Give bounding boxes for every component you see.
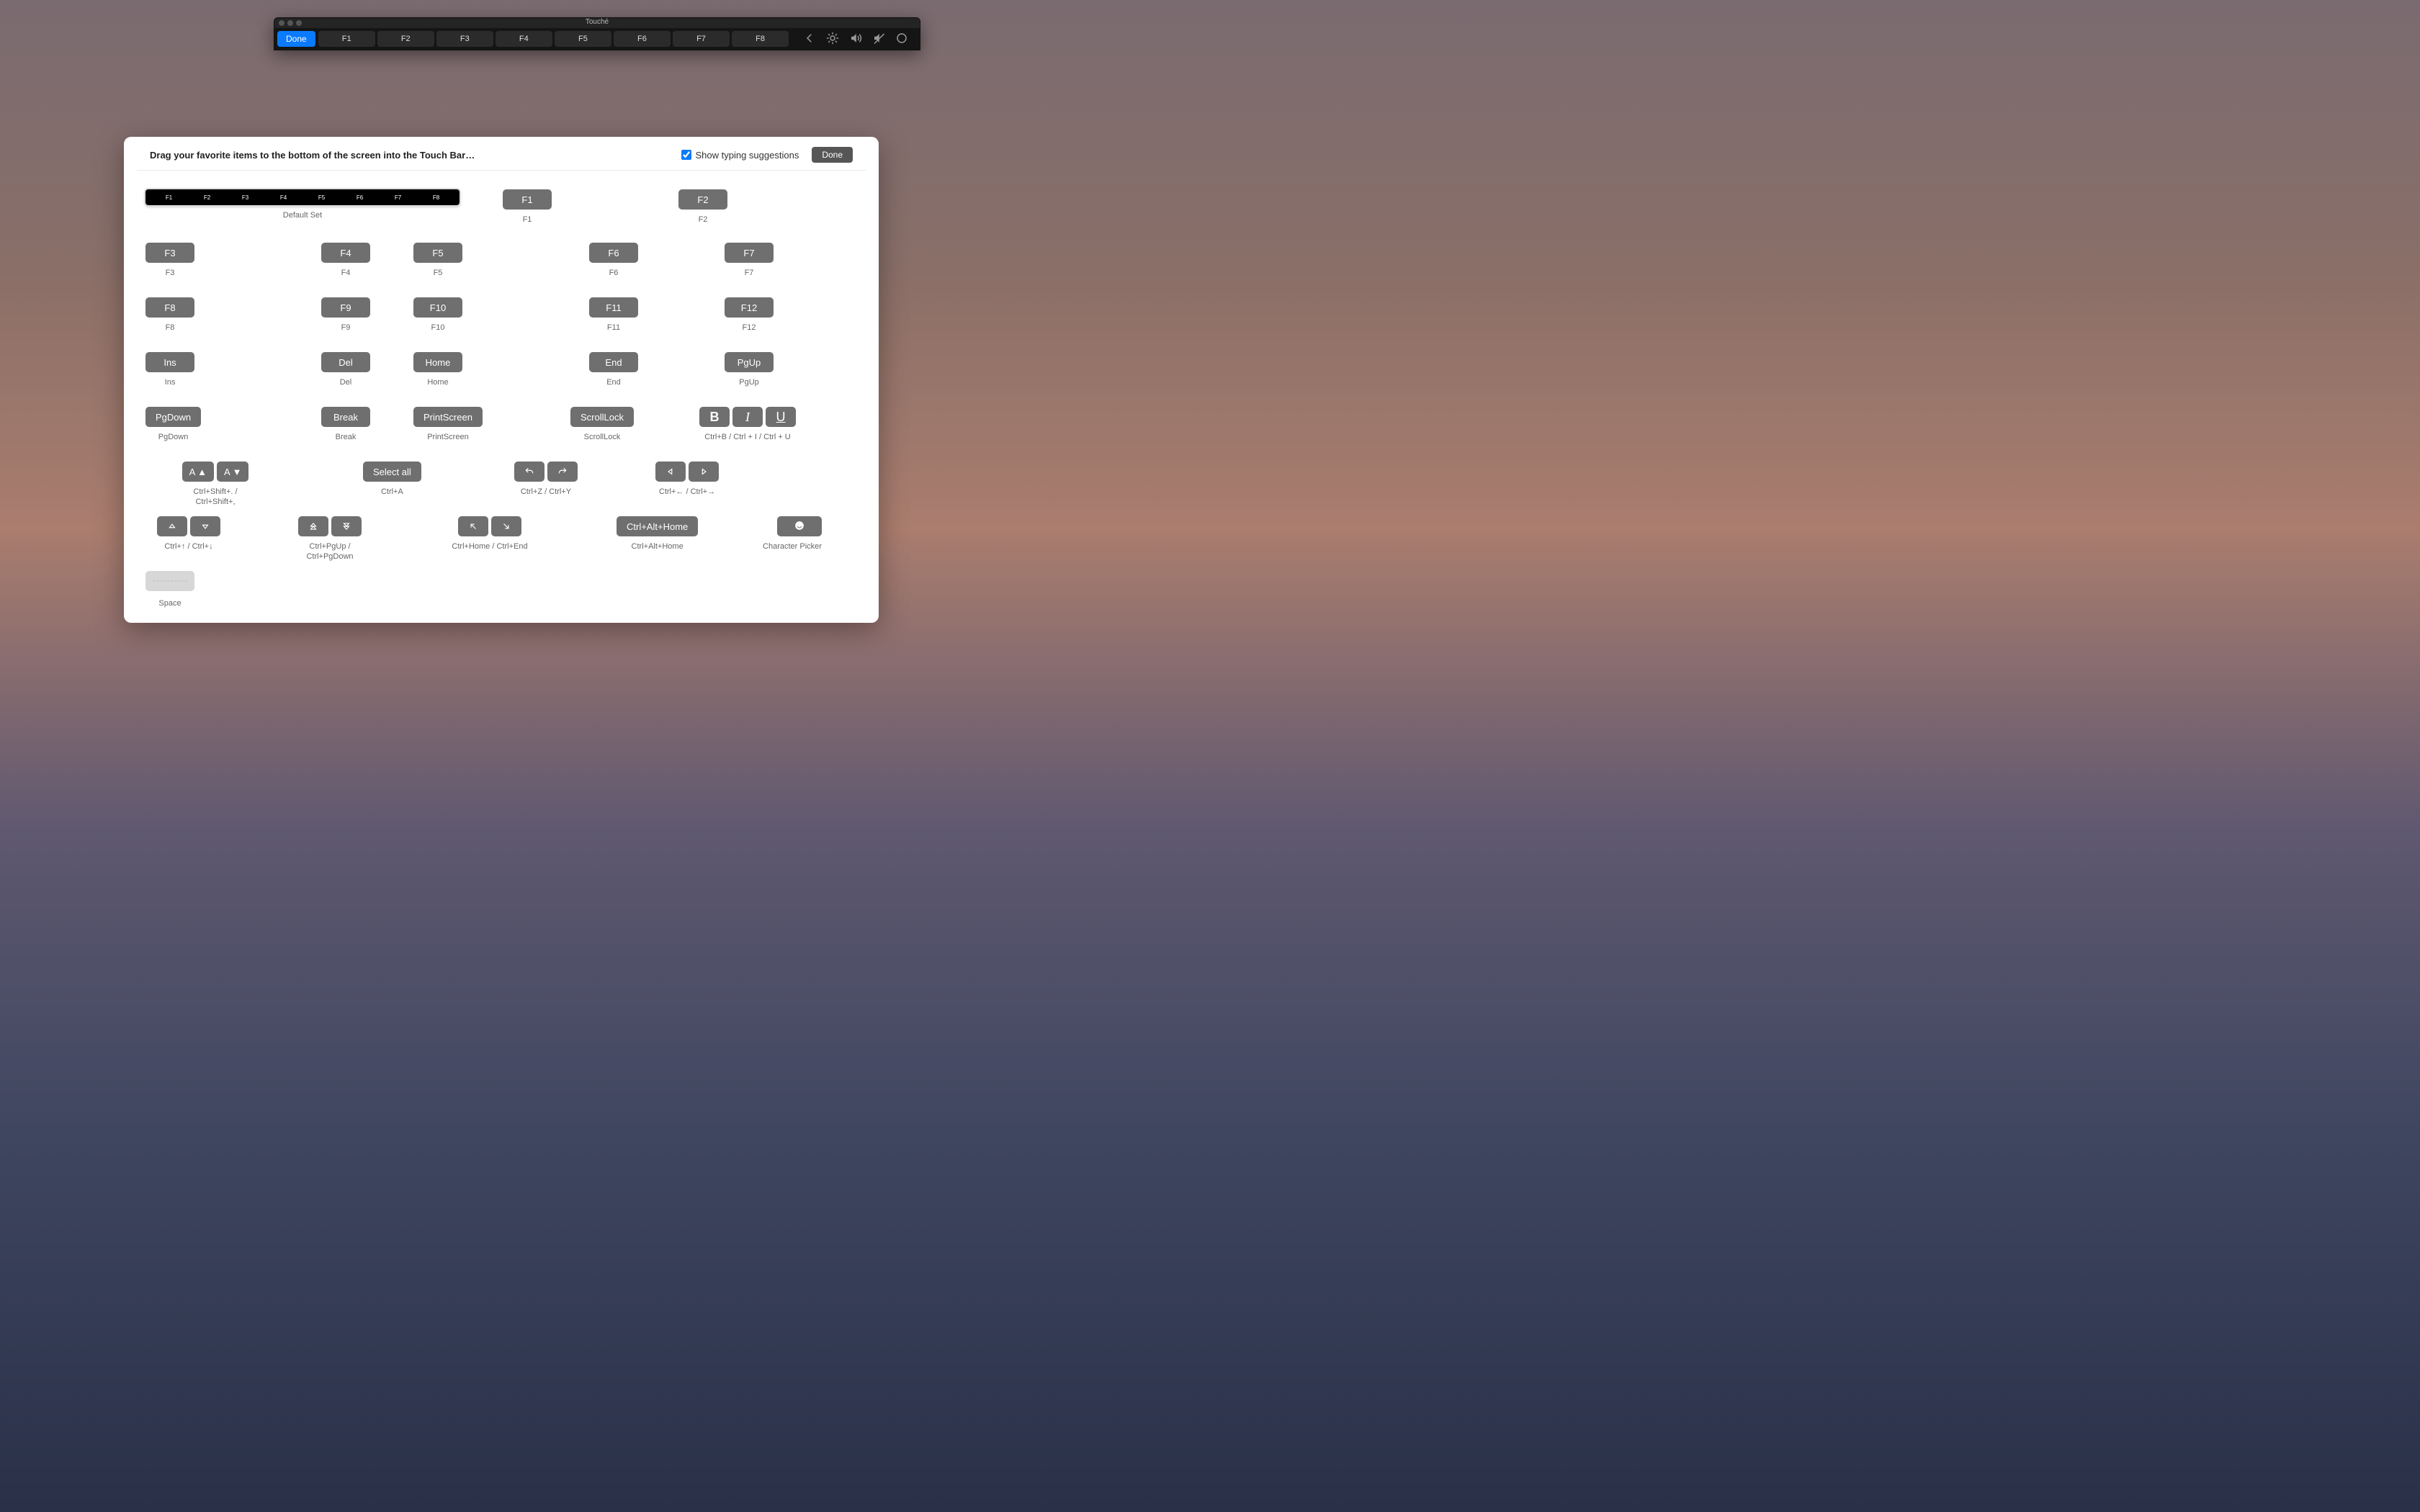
item-f7[interactable]: F7 F7 bbox=[725, 243, 774, 279]
item-undo-redo[interactable]: Ctrl+Z / Ctrl+Y bbox=[503, 462, 589, 498]
traffic-lights[interactable] bbox=[279, 20, 302, 26]
chevron-left-icon[interactable] bbox=[802, 32, 817, 47]
item-pgup[interactable]: PgUp PgUp bbox=[725, 352, 774, 388]
item-character-picker[interactable]: Character Picker bbox=[771, 516, 828, 552]
touchbar-f5[interactable]: F5 bbox=[555, 31, 611, 47]
font-bigger-chip: A ▲ bbox=[182, 462, 214, 482]
show-typing-suggestions[interactable]: Show typing suggestions bbox=[681, 150, 799, 161]
panel-header: Drag your favorite items to the bottom o… bbox=[137, 137, 866, 171]
item-f3[interactable]: F3 F3 bbox=[145, 243, 194, 279]
item-space[interactable]: Space bbox=[145, 571, 194, 609]
item-f9[interactable]: F9 F9 bbox=[321, 297, 370, 333]
touchbar-f3[interactable]: F3 bbox=[436, 31, 493, 47]
touchbar-control-strip bbox=[792, 32, 917, 47]
instruction-text: Drag your favorite items to the bottom o… bbox=[150, 150, 681, 161]
titlebar: Touché bbox=[274, 18, 920, 28]
item-scrolllock[interactable]: ScrollLock ScrollLock bbox=[570, 407, 634, 443]
arrow-se-icon bbox=[491, 516, 521, 536]
italic-chip: I bbox=[732, 407, 763, 427]
touchbar-f1[interactable]: F1 bbox=[318, 31, 375, 47]
touchbar-f6[interactable]: F6 bbox=[614, 31, 671, 47]
item-end[interactable]: End End bbox=[589, 352, 638, 388]
item-pgdown[interactable]: PgDown PgDown bbox=[145, 407, 201, 443]
space-chip bbox=[145, 571, 194, 591]
item-f5[interactable]: F5 F5 bbox=[413, 243, 462, 279]
item-select-all[interactable]: Select all Ctrl+A bbox=[363, 462, 421, 498]
redo-icon bbox=[547, 462, 578, 482]
smile-icon bbox=[794, 521, 805, 533]
traffic-minimize[interactable] bbox=[287, 20, 293, 26]
item-f12[interactable]: F12 F12 bbox=[725, 297, 774, 333]
customize-panel: Drag your favorite items to the bottom o… bbox=[124, 137, 879, 623]
tri-down-icon bbox=[190, 516, 220, 536]
item-f11[interactable]: F11 F11 bbox=[589, 297, 638, 333]
item-default-set[interactable]: F1 F2 F3 F4 F5 F6 F7 F8 Default Set bbox=[145, 189, 460, 221]
item-ctrl-alt-home[interactable]: Ctrl+Alt+Home Ctrl+Alt+Home bbox=[617, 516, 698, 552]
touchbar-f2[interactable]: F2 bbox=[377, 31, 434, 47]
mute-icon[interactable] bbox=[871, 32, 887, 47]
done-button[interactable]: Done bbox=[812, 147, 853, 163]
underline-chip: U bbox=[766, 407, 796, 427]
touchbar-f7[interactable]: F7 bbox=[673, 31, 730, 47]
item-f6[interactable]: F6 F6 bbox=[589, 243, 638, 279]
dbl-up-icon bbox=[298, 516, 328, 536]
item-home-end[interactable]: Ctrl+Home / Ctrl+End bbox=[439, 516, 540, 552]
traffic-close[interactable] bbox=[279, 20, 284, 26]
item-biu[interactable]: B I U Ctrl+B / Ctrl + I / Ctrl + U bbox=[694, 407, 801, 443]
touchbar: Done F1 F2 F3 F4 F5 F6 F7 F8 bbox=[274, 28, 920, 50]
siri-icon[interactable] bbox=[894, 32, 910, 47]
item-f8[interactable]: F8 F8 bbox=[145, 297, 194, 333]
show-typing-checkbox[interactable] bbox=[681, 150, 691, 160]
item-page-nav[interactable]: Ctrl+PgUp / Ctrl+PgDown bbox=[287, 516, 373, 562]
touche-window: Touché Done F1 F2 F3 F4 F5 F6 F7 F8 bbox=[274, 17, 920, 50]
item-f4[interactable]: F4 F4 bbox=[321, 243, 370, 279]
touchbar-done-button[interactable]: Done bbox=[277, 31, 315, 47]
item-printscreen[interactable]: PrintScreen PrintScreen bbox=[413, 407, 483, 443]
item-f1[interactable]: F1 F1 bbox=[503, 189, 552, 225]
item-break[interactable]: Break Break bbox=[321, 407, 370, 443]
bold-chip: B bbox=[699, 407, 730, 427]
touchbar-f4[interactable]: F4 bbox=[496, 31, 552, 47]
font-smaller-chip: A ▼ bbox=[217, 462, 248, 482]
brightness-icon[interactable] bbox=[825, 32, 841, 47]
item-home[interactable]: Home Home bbox=[413, 352, 462, 388]
touchbar-f8[interactable]: F8 bbox=[732, 31, 789, 47]
tri-right-icon bbox=[689, 462, 719, 482]
item-f2[interactable]: F2 F2 bbox=[678, 189, 727, 225]
item-del[interactable]: Del Del bbox=[321, 352, 370, 388]
arrow-nw-icon bbox=[458, 516, 488, 536]
window-title: Touché bbox=[586, 18, 609, 26]
item-fontsize[interactable]: A ▲ A ▼ Ctrl+Shift+. / Ctrl+Shift+, bbox=[173, 462, 258, 508]
default-set-preview: F1 F2 F3 F4 F5 F6 F7 F8 bbox=[145, 189, 460, 205]
item-word-nav[interactable]: Ctrl+← / Ctrl+→ bbox=[644, 462, 730, 498]
volume-icon[interactable] bbox=[848, 32, 864, 47]
undo-icon bbox=[514, 462, 544, 482]
item-f10[interactable]: F10 F10 bbox=[413, 297, 462, 333]
tri-left-icon bbox=[655, 462, 686, 482]
item-ins[interactable]: Ins Ins bbox=[145, 352, 194, 388]
tri-up-icon bbox=[157, 516, 187, 536]
traffic-zoom[interactable] bbox=[296, 20, 302, 26]
item-line-nav[interactable]: Ctrl+↑ / Ctrl+↓ bbox=[145, 516, 232, 552]
touchbar-fkeys: F1 F2 F3 F4 F5 F6 F7 F8 bbox=[318, 31, 789, 47]
dbl-down-icon bbox=[331, 516, 362, 536]
